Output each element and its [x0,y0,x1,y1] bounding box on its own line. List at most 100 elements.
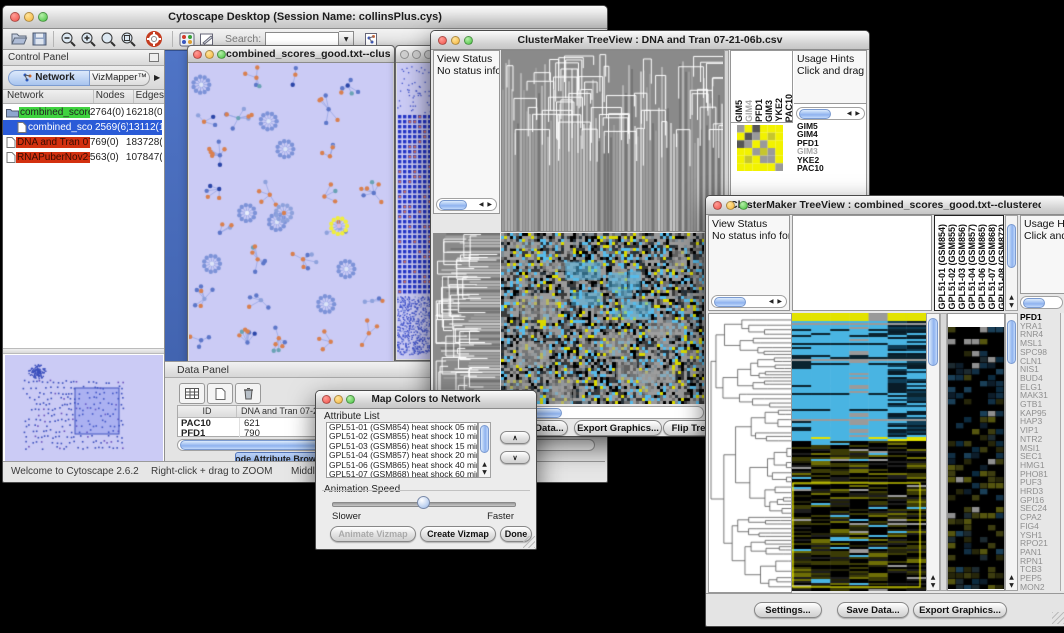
minimize-button[interactable] [726,201,735,210]
tv2-array-tree-area[interactable] [792,215,932,311]
minimize-button[interactable] [205,50,214,59]
network-row-combined-scores[interactable]: combined_scores_goo 2764(0) 16218(0) [3,105,162,120]
data-row-id[interactable]: PFD1 [178,428,240,438]
zoom-button[interactable] [464,36,473,45]
scrollbar-thumb[interactable] [439,200,467,210]
close-button[interactable] [10,12,20,22]
zoom-selected-icon[interactable] [98,30,118,48]
col-edges[interactable]: Edges [134,90,164,103]
tv1-export-graphics-button[interactable]: Export Graphics... [574,420,662,436]
minimize-button[interactable] [334,395,343,404]
overview-splitter[interactable] [3,348,164,354]
tv2-save-data-button[interactable]: Save Data... [837,602,909,618]
col-network[interactable]: Network [3,90,94,103]
tv2-status-hscrollbar[interactable]: ◀ ▶ [711,295,787,308]
tv1-summary-heatmap[interactable] [737,125,783,171]
zoom-button[interactable] [739,201,748,210]
tv2-gene-labels[interactable]: PFD1YRA1RNR4MSL1SPC98CLN1NIS1BUD4ELG1MAK… [1020,313,1060,591]
tv2-sub-vscrollbar[interactable]: ▲▼ [1005,313,1018,591]
tv1-col-labels[interactable]: GIM5GIM4PFD1GIM3YKE2PAC10 [731,51,793,123]
network-row-dna-tran[interactable]: DNA and Tran 07 769(0) 183728(0) [3,135,162,150]
close-button[interactable] [193,50,202,59]
open-session-icon[interactable] [9,30,29,48]
main-titlebar[interactable]: Cytoscape Desktop (Session Name: collins… [3,6,607,29]
network-canvas[interactable] [189,63,393,361]
scrollbar-thumb[interactable] [1023,298,1045,308]
close-button[interactable] [713,201,722,210]
attribute-item[interactable]: GPL51-07 (GSM868) heat shock 60 min [329,470,477,478]
tv1-summary-labels[interactable]: GIM5GIM4PFD1GIM3YKE2PAC10 [797,122,824,172]
help-lifebuoy-icon[interactable] [144,30,164,48]
float-panel-icon[interactable] [149,53,159,62]
animate-vizmap-button[interactable]: Animate Vizmap [330,526,416,542]
zoom-button[interactable] [346,395,355,404]
scroll-arrows-icon[interactable]: ▲▼ [927,574,939,590]
network-overview-thumbnail[interactable] [5,355,163,461]
dialog-titlebar[interactable]: Map Colors to Network [316,391,536,409]
scroll-arrows-icon[interactable]: ▲▼ [1006,574,1017,590]
zoom-in-icon[interactable] [78,30,98,48]
close-button[interactable] [438,36,447,45]
tv2-sub-heatmap[interactable] [948,327,1004,589]
tv1-hints-hscrollbar[interactable]: ◀ ▶ [796,107,865,120]
close-button[interactable] [400,50,409,59]
data-col-id[interactable]: ID [178,406,237,417]
table-view-icon[interactable] [179,383,205,404]
scroll-arrows-icon[interactable]: ▲▼ [1006,294,1017,310]
network-view-titlebar[interactable]: combined_scores_good.txt--cluste... [188,46,394,63]
tab-vizmapper[interactable]: VizMapper™ [90,70,150,86]
attribute-list-vscrollbar[interactable]: ▲▼ [478,422,491,478]
data-row-value[interactable]: 621 [240,418,260,428]
tv1-status-hscrollbar[interactable]: ◀ ▶ [436,198,497,211]
new-attribute-icon[interactable] [207,383,233,404]
tv2-settings-button[interactable]: Settings... [754,602,822,618]
data-row-id[interactable]: PAC10 [178,418,240,428]
tv1-array-dendrogram[interactable] [501,50,724,232]
data-row-value[interactable]: 790 [240,428,260,438]
tv2-titlebar[interactable]: ClusterMaker TreeView : combined_scores_… [706,196,1064,215]
tv1-titlebar[interactable]: ClusterMaker TreeView : DNA and Tran 07-… [431,31,869,50]
zoom-button[interactable] [38,12,48,22]
tv2-hints-hscrollbar[interactable] [1020,296,1063,309]
delete-attribute-icon[interactable] [235,383,261,404]
move-up-button[interactable]: ∧ [500,431,530,444]
scrollbar-thumb[interactable] [1007,224,1016,268]
attribute-list[interactable]: GPL51-01 (GSM854) heat shock 05 minGPL51… [326,422,478,478]
save-session-icon[interactable] [29,30,49,48]
zoom-button[interactable] [217,50,226,59]
create-vizmap-button[interactable]: Create Vizmap [420,526,496,542]
network-canvas-2[interactable] [397,63,434,359]
speed-slider-thumb[interactable] [417,496,430,509]
col-nodes[interactable]: Nodes [94,90,134,103]
network-row-combined-sco[interactable]: combined_sco 2569(6) 13112(15) [3,120,162,135]
resize-grip[interactable] [523,536,535,548]
scrollbar-thumb[interactable] [1007,320,1016,364]
move-down-button[interactable]: ∨ [500,451,530,464]
tv2-heat-vscrollbar[interactable]: ▲▼ [926,313,940,591]
zoom-out-icon[interactable] [58,30,78,48]
tv2-labels-vscrollbar[interactable]: ▲▼ [1005,215,1018,311]
scrollbar-thumb[interactable] [799,109,831,119]
scroll-arrows-icon[interactable]: ◀ ▶ [847,110,864,117]
tab-network[interactable]: Network [8,70,90,86]
tv2-heatmap[interactable] [792,313,926,591]
minimize-button[interactable] [24,12,34,22]
tv1-gene-dendrogram[interactable] [433,233,500,404]
tv2-gene-dendrogram[interactable] [708,313,792,593]
close-button[interactable] [322,395,331,404]
scroll-arrows-icon[interactable]: ◀ ▶ [769,298,786,305]
scrollbar-thumb[interactable] [480,425,489,453]
tv1-heatmap[interactable] [501,233,704,404]
scrollbar-thumb[interactable] [714,297,746,307]
resize-grip[interactable] [1052,612,1064,624]
tab-overflow-arrow[interactable]: ▶ [154,73,160,82]
network-row-rnapuber[interactable]: RNAPuberNov2+ 563(0) 107847(0) [3,150,162,165]
scrollbar-thumb[interactable] [928,318,938,366]
zoom-fit-icon[interactable] [118,30,138,48]
tv2-col-labels[interactable]: GPL51-01 (GSM854)GPL51-02 (GSM855)GPL51-… [934,215,1004,311]
tv2-export-graphics-button[interactable]: Export Graphics... [913,602,1007,618]
scroll-arrows-icon[interactable]: ▲▼ [479,461,490,477]
scroll-arrows-icon[interactable]: ◀ ▶ [479,201,496,208]
minimize-button[interactable] [412,50,421,59]
minimize-button[interactable] [451,36,460,45]
